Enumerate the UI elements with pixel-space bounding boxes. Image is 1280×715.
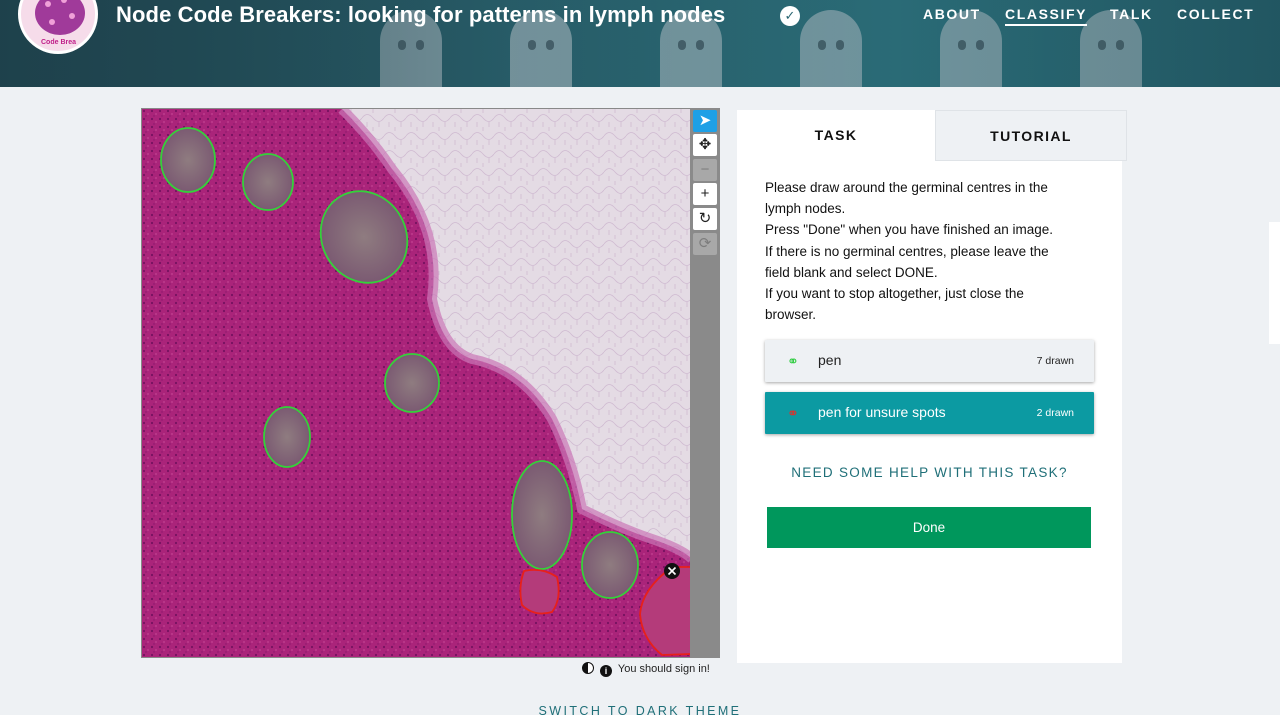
unsure-pen-shape-icon: ⚭ xyxy=(787,405,799,421)
nav-collect[interactable]: COLLECT xyxy=(1177,6,1254,22)
pen-tool-button[interactable]: ⚭ pen 7 drawn xyxy=(765,340,1094,382)
pen-shape-icon: ⚭ xyxy=(787,353,799,369)
info-icon[interactable]: i xyxy=(600,665,613,677)
unsure-pen-tool-label: pen for unsure spots xyxy=(818,404,946,420)
tab-tutorial[interactable]: TUTORIAL xyxy=(935,110,1127,161)
reset-icon[interactable]: ⟳ xyxy=(693,233,717,255)
nav-classify[interactable]: CLASSIFY xyxy=(1005,6,1088,26)
subject-image[interactable] xyxy=(141,108,691,658)
rotate-icon[interactable]: ↻ xyxy=(693,208,717,230)
tab-task[interactable]: TASK xyxy=(737,110,935,161)
task-panel: TASK TUTORIAL Please draw around the ger… xyxy=(737,110,1127,663)
viewer-toolbar: ➤ ✥ − + ↻ ⟳ xyxy=(690,108,720,658)
zoom-out-icon[interactable]: − xyxy=(693,159,717,181)
side-feedback-tab[interactable] xyxy=(1269,222,1280,344)
verified-badge-icon: ✓ xyxy=(780,6,800,26)
dark-theme-link[interactable]: SWITCH TO DARK THEME xyxy=(0,704,1280,715)
move-icon[interactable]: ✥ xyxy=(693,134,717,156)
signin-notice: i You should sign in! xyxy=(582,662,710,677)
avatar-brand-text: Code Brea xyxy=(41,39,77,46)
done-button[interactable]: Done xyxy=(767,507,1091,548)
project-title[interactable]: Node Code Breakers: looking for patterns… xyxy=(116,2,725,28)
task-instructions: Please draw around the germinal centres … xyxy=(765,180,1054,323)
unsure-pen-tool-button[interactable]: ⚭ pen for unsure spots 2 drawn xyxy=(765,392,1094,434)
help-link[interactable]: NEED SOME HELP WITH THIS TASK? xyxy=(737,465,1122,480)
unsure-pen-tool-count: 2 drawn xyxy=(1036,407,1074,419)
pen-tool-label: pen xyxy=(818,352,842,368)
zoom-in-icon[interactable]: + xyxy=(693,183,717,205)
contrast-icon[interactable] xyxy=(582,662,594,674)
pointer-icon[interactable]: ➤ xyxy=(693,110,717,132)
nav-talk[interactable]: TALK xyxy=(1110,6,1153,22)
nav-about[interactable]: ABOUT xyxy=(923,6,981,22)
project-header: Code Brea Node Code Breakers: looking fo… xyxy=(0,0,1280,87)
pen-tool-count: 7 drawn xyxy=(1036,355,1074,367)
signin-text: You should sign in! xyxy=(617,663,710,675)
